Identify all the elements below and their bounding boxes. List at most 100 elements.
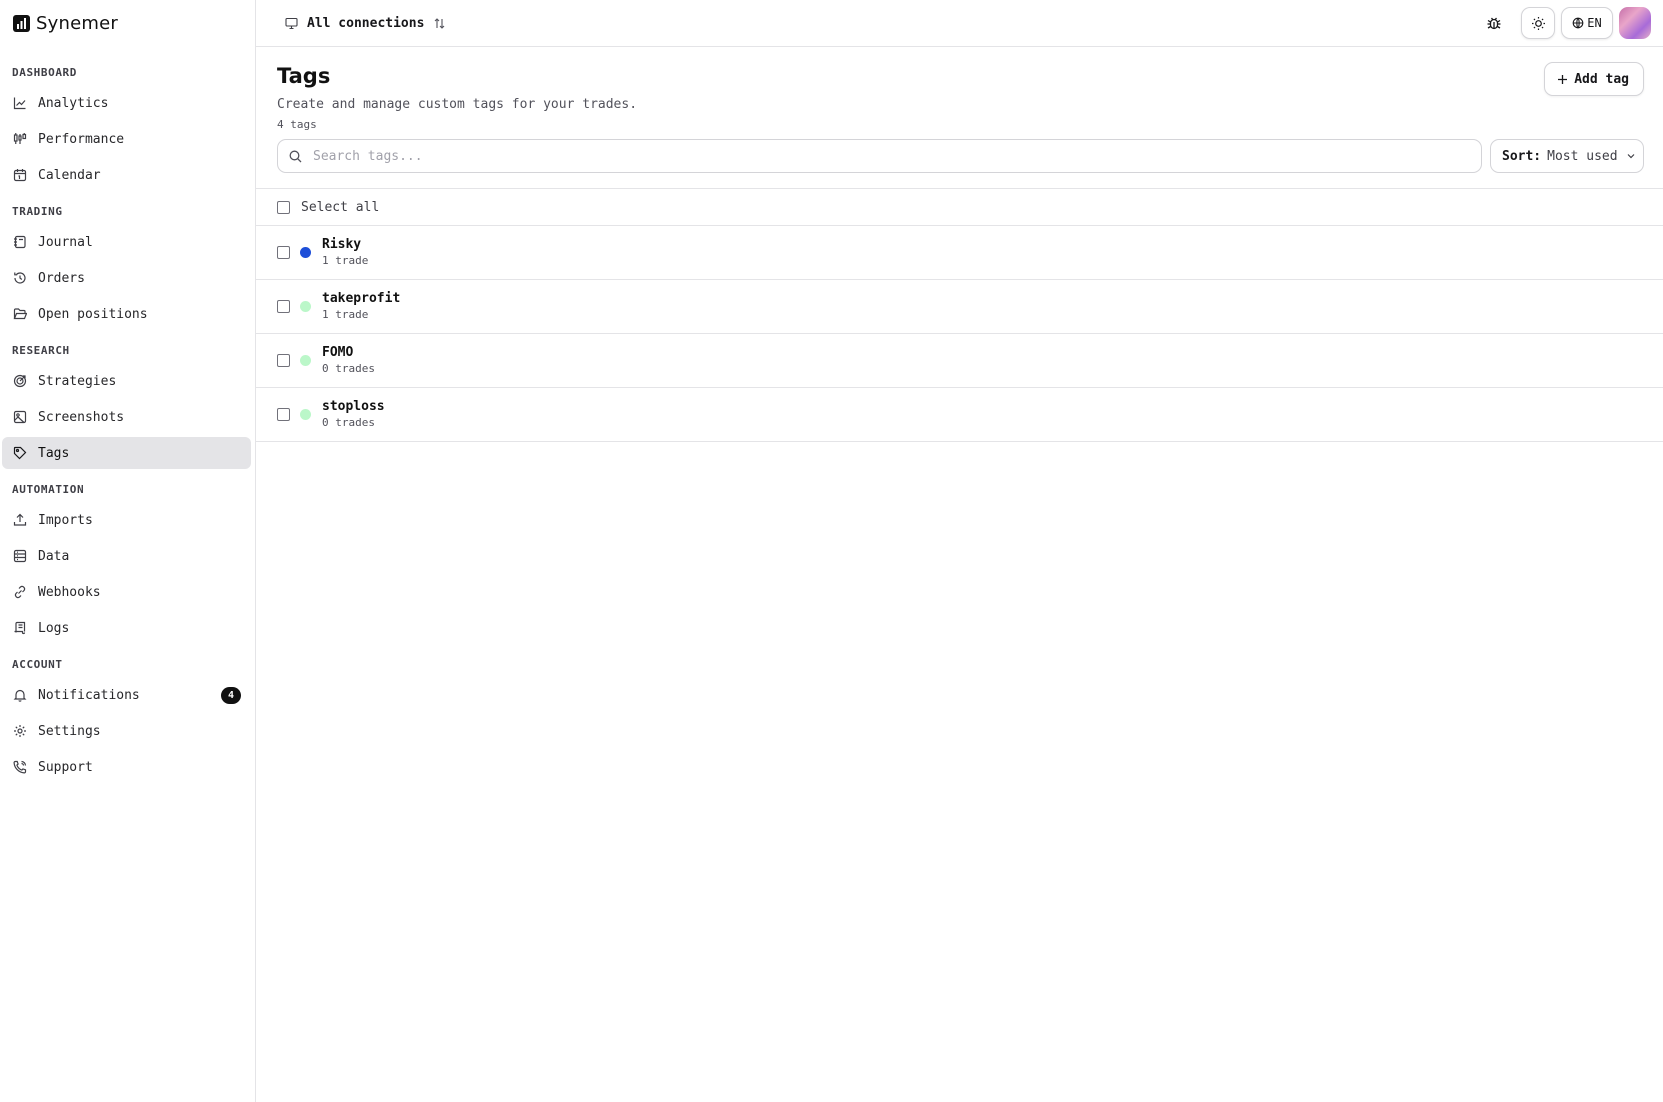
add-tag-label: Add tag	[1574, 71, 1629, 87]
brand-name: Synemer	[36, 12, 118, 34]
sidebar-nav: DASHBOARD Analytics Performance Calendar…	[0, 66, 255, 783]
connection-selector[interactable]: All connections	[285, 16, 446, 31]
sidebar-item-label: Performance	[38, 131, 125, 147]
sidebar-item-orders[interactable]: Orders	[2, 262, 251, 294]
theme-toggle-button[interactable]	[1521, 7, 1555, 39]
scroll-icon	[13, 621, 27, 635]
sidebar-item-webhooks[interactable]: Webhooks	[2, 576, 251, 608]
sidebar-item-performance[interactable]: Performance	[2, 123, 251, 155]
tag-checkbox[interactable]	[277, 354, 290, 367]
section-title-dashboard: DASHBOARD	[12, 66, 78, 79]
tag-row[interactable]: Risky 1 trade	[256, 226, 1663, 280]
tag-checkbox[interactable]	[277, 246, 290, 259]
tag-count: 4 tags	[277, 118, 317, 131]
tag-icon	[13, 446, 27, 460]
sidebar-item-label: Data	[38, 548, 70, 564]
tag-name: takeprofit	[322, 291, 401, 306]
sidebar-item-label: Notifications	[38, 687, 140, 703]
search-icon	[289, 150, 302, 162]
sidebar-item-notifications[interactable]: Notifications 4	[2, 679, 251, 711]
sidebar-item-calendar[interactable]: Calendar	[2, 159, 251, 191]
chevron-down-icon	[1627, 154, 1635, 159]
sidebar-item-strategies[interactable]: Strategies	[2, 365, 251, 397]
sidebar-item-settings[interactable]: Settings	[2, 715, 251, 747]
bell-icon	[13, 688, 27, 702]
tag-checkbox[interactable]	[277, 408, 290, 421]
sidebar-item-label: Tags	[38, 445, 70, 461]
sidebar-item-journal[interactable]: Journal	[2, 226, 251, 258]
sort-dropdown[interactable]: Sort: Most used	[1490, 139, 1644, 173]
language-label: EN	[1587, 16, 1602, 30]
sun-icon	[1531, 16, 1545, 30]
select-all-label: Select all	[301, 199, 380, 215]
line-chart-icon	[13, 96, 27, 110]
add-tag-button[interactable]: Add tag	[1544, 62, 1644, 96]
select-all-checkbox[interactable]	[277, 200, 290, 214]
sidebar-item-label: Imports	[38, 512, 93, 528]
history-icon	[13, 271, 27, 285]
sidebar-item-screenshots[interactable]: Screenshots	[2, 401, 251, 433]
tag-trade-count: 0 trades	[322, 362, 375, 375]
tag-row[interactable]: takeprofit 1 trade	[256, 280, 1663, 334]
sort-label: Sort:	[1502, 148, 1542, 164]
select-all-row[interactable]: Select all	[256, 189, 1663, 226]
bar-chart-logo-icon	[13, 14, 30, 32]
tag-info: stoploss 0 trades	[322, 399, 385, 430]
image-icon	[13, 410, 27, 424]
sidebar-item-imports[interactable]: Imports	[2, 504, 251, 536]
phone-icon	[13, 760, 27, 774]
sort-value: Most used	[1547, 148, 1618, 164]
section-title-research: RESEARCH	[12, 344, 70, 357]
search-input[interactable]	[311, 147, 1481, 165]
upload-icon	[13, 513, 27, 527]
tag-name: stoploss	[322, 399, 385, 414]
language-selector[interactable]: EN	[1561, 7, 1613, 39]
tag-trade-count: 1 trade	[322, 254, 369, 267]
topbar: All connections EN	[256, 0, 1663, 47]
sidebar-item-logs[interactable]: Logs	[2, 612, 251, 644]
bug-icon	[1487, 17, 1501, 30]
bug-report-button[interactable]	[1479, 8, 1509, 38]
sidebar-item-tags[interactable]: Tags	[2, 437, 251, 469]
sidebar-item-data[interactable]: Data	[2, 540, 251, 572]
sidebar-item-label: Calendar	[38, 167, 101, 183]
brand[interactable]: Synemer	[0, 0, 255, 46]
candlestick-icon	[13, 132, 27, 146]
tag-row[interactable]: stoploss 0 trades	[256, 388, 1663, 442]
sidebar: Synemer DASHBOARD Analytics Performance …	[0, 0, 256, 1102]
sidebar-item-analytics[interactable]: Analytics	[2, 87, 251, 119]
avatar[interactable]	[1619, 7, 1651, 39]
gear-icon	[13, 724, 27, 738]
sidebar-item-open-positions[interactable]: Open positions	[2, 298, 251, 330]
tag-color-dot	[300, 355, 311, 366]
folder-open-icon	[13, 307, 27, 321]
sidebar-item-label: Settings	[38, 723, 101, 739]
tag-color-dot	[300, 409, 311, 420]
sidebar-item-label: Orders	[38, 270, 85, 286]
page-subtitle: Create and manage custom tags for your t…	[277, 97, 638, 112]
toolbar: Sort: Most used	[256, 139, 1663, 173]
plus-icon	[1558, 74, 1568, 84]
sidebar-item-label: Support	[38, 759, 93, 775]
tag-name: FOMO	[322, 345, 354, 360]
notifications-count-badge: 4	[221, 687, 241, 704]
sort-arrows-icon	[435, 17, 445, 29]
section-title-automation: AUTOMATION	[12, 483, 85, 496]
tag-color-dot	[300, 247, 311, 258]
top-actions: EN	[1479, 7, 1651, 39]
section-title-trading: TRADING	[12, 205, 63, 218]
target-icon	[13, 374, 27, 388]
search-field[interactable]	[277, 139, 1482, 173]
tag-color-dot	[300, 301, 311, 312]
sidebar-item-label: Screenshots	[38, 409, 125, 425]
tag-checkbox[interactable]	[277, 300, 290, 313]
page-title: Tags	[277, 64, 331, 88]
calendar-icon	[13, 168, 27, 182]
notebook-icon	[13, 235, 27, 249]
sidebar-item-label: Journal	[38, 234, 93, 250]
sidebar-item-label: Analytics	[38, 95, 109, 111]
section-title-account: ACCOUNT	[12, 658, 63, 671]
sidebar-item-support[interactable]: Support	[2, 751, 251, 783]
tag-row[interactable]: FOMO 0 trades	[256, 334, 1663, 388]
tag-list: Select all Risky 1 trade takeprofit 1 tr…	[256, 188, 1663, 442]
